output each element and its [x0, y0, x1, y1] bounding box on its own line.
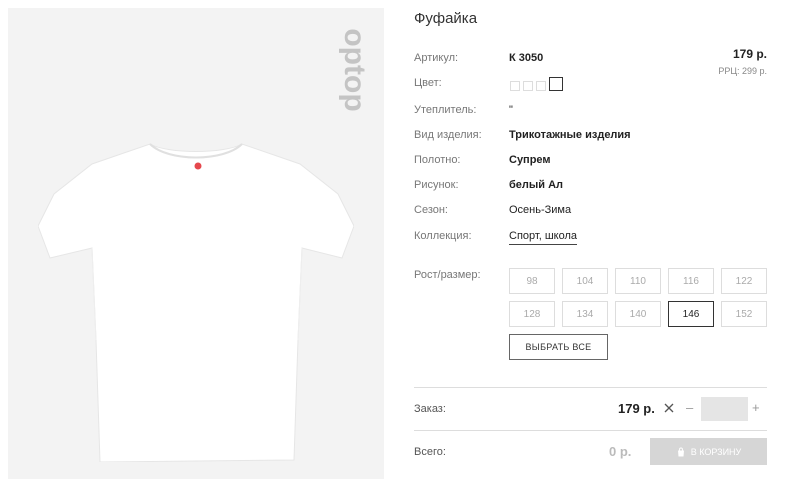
color-swatch[interactable]: [523, 81, 533, 91]
divider: [414, 387, 767, 388]
season-value: Осень-Зима: [509, 204, 572, 216]
season-label: Сезон:: [414, 204, 448, 216]
size-option[interactable]: 104: [562, 268, 608, 294]
fabric-label: Полотно:: [414, 154, 461, 166]
size-option[interactable]: 152: [721, 301, 767, 327]
size-grid: 98 104 110 116 122 128 134 140 146 152: [509, 268, 767, 327]
close-icon[interactable]: [663, 402, 675, 414]
total-label: Всего:: [414, 446, 446, 458]
select-all-button[interactable]: ВЫБРАТЬ ВСЕ: [509, 334, 608, 360]
quantity-input[interactable]: [701, 397, 748, 421]
article-label: Артикул:: [414, 52, 459, 64]
fabric-value: Супрем: [509, 154, 551, 166]
product-type-value: Трикотажные изделия: [509, 129, 631, 141]
size-label: Рост/размер:: [414, 269, 481, 281]
collection-link[interactable]: Спорт, школа: [509, 230, 577, 245]
quantity-increase-button[interactable]: +: [752, 400, 760, 415]
total-value: 0 р.: [609, 444, 632, 459]
size-option[interactable]: 98: [509, 268, 555, 294]
size-option[interactable]: 116: [668, 268, 714, 294]
product-type-label: Вид изделия:: [414, 129, 482, 141]
order-price: 179 р.: [618, 401, 655, 416]
color-label: Цвет:: [414, 77, 442, 89]
insulation-label: Утеплитель:: [414, 104, 477, 116]
add-to-cart-label: В КОРЗИНУ: [690, 446, 742, 457]
print-label: Рисунок:: [414, 179, 459, 191]
color-swatch[interactable]: [536, 81, 546, 91]
price: 179 р.: [732, 47, 767, 61]
size-option[interactable]: 110: [615, 268, 661, 294]
bag-icon: [677, 447, 684, 456]
size-option-selected[interactable]: 146: [668, 301, 714, 327]
rrp-price: РРЦ: 299 р.: [718, 66, 767, 76]
color-swatches: [510, 77, 563, 91]
size-option[interactable]: 128: [509, 301, 555, 327]
svg-text:optop: optop: [338, 28, 368, 111]
color-swatch-selected[interactable]: [549, 77, 563, 91]
article-value: К 3050: [509, 52, 544, 64]
order-label: Заказ:: [414, 403, 446, 415]
print-value: белый Ал: [509, 179, 564, 191]
insulation-value: ": [509, 104, 513, 116]
quantity-decrease-button[interactable]: –: [686, 400, 693, 415]
color-swatch[interactable]: [510, 81, 520, 91]
size-option[interactable]: 122: [721, 268, 767, 294]
product-title: Фуфайка: [414, 10, 478, 27]
collection-label: Коллекция:: [414, 230, 472, 242]
product-image[interactable]: [38, 140, 354, 462]
divider: [414, 430, 767, 431]
brand-logo: optop: [338, 28, 368, 111]
size-option[interactable]: 140: [615, 301, 661, 327]
add-to-cart-button[interactable]: В КОРЗИНУ: [650, 438, 767, 465]
size-option[interactable]: 134: [562, 301, 608, 327]
